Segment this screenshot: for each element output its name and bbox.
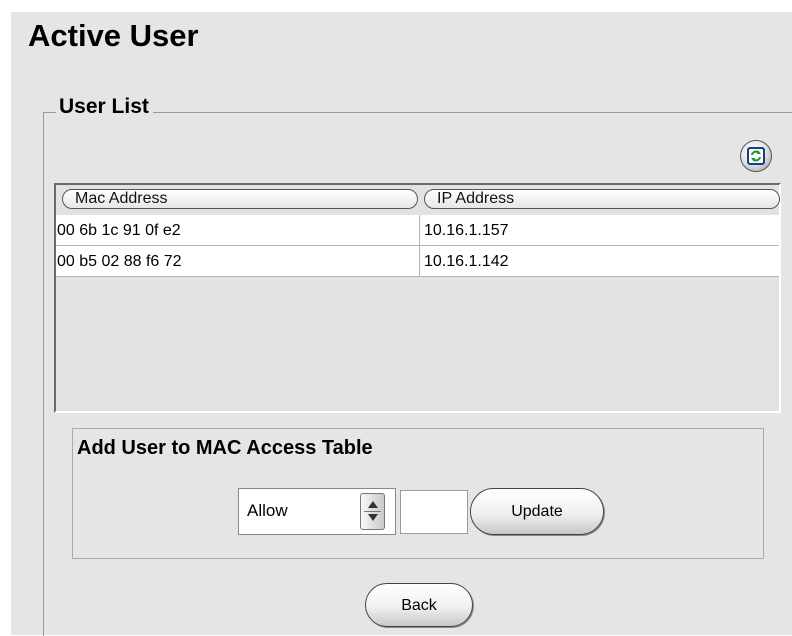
index-input[interactable] (400, 490, 468, 534)
back-button[interactable]: Back (365, 583, 473, 627)
spinner-divider (364, 511, 381, 512)
ip-cell: 10.16.1.157 (419, 215, 779, 245)
action-select[interactable]: Allow (238, 488, 396, 535)
table-row[interactable]: 00 6b 1c 91 0f e2 10.16.1.157 (56, 215, 779, 246)
arrow-down-icon (368, 514, 378, 521)
update-button[interactable]: Update (470, 488, 604, 535)
spinner-arrows-icon[interactable] (360, 493, 385, 530)
refresh-icon (747, 147, 765, 165)
user-list-legend: User List (56, 95, 153, 119)
ip-cell: 10.16.1.142 (419, 246, 779, 276)
mac-cell: 00 b5 02 88 f6 72 (57, 253, 182, 270)
column-header-ip[interactable]: IP Address (424, 189, 780, 209)
action-select-value: Allow (247, 501, 288, 520)
page-title: Active User (28, 18, 199, 53)
user-table: Mac Address IP Address 00 6b 1c 91 0f e2… (54, 183, 781, 413)
mac-cell: 00 6b 1c 91 0f e2 (57, 222, 181, 239)
mac-access-title: Add User to MAC Access Table (77, 437, 373, 459)
arrow-up-icon (368, 501, 378, 508)
table-header: Mac Address IP Address (58, 189, 781, 211)
table-row[interactable]: 00 b5 02 88 f6 72 10.16.1.142 (56, 246, 779, 277)
refresh-button[interactable] (740, 140, 772, 172)
column-header-mac[interactable]: Mac Address (62, 189, 418, 209)
